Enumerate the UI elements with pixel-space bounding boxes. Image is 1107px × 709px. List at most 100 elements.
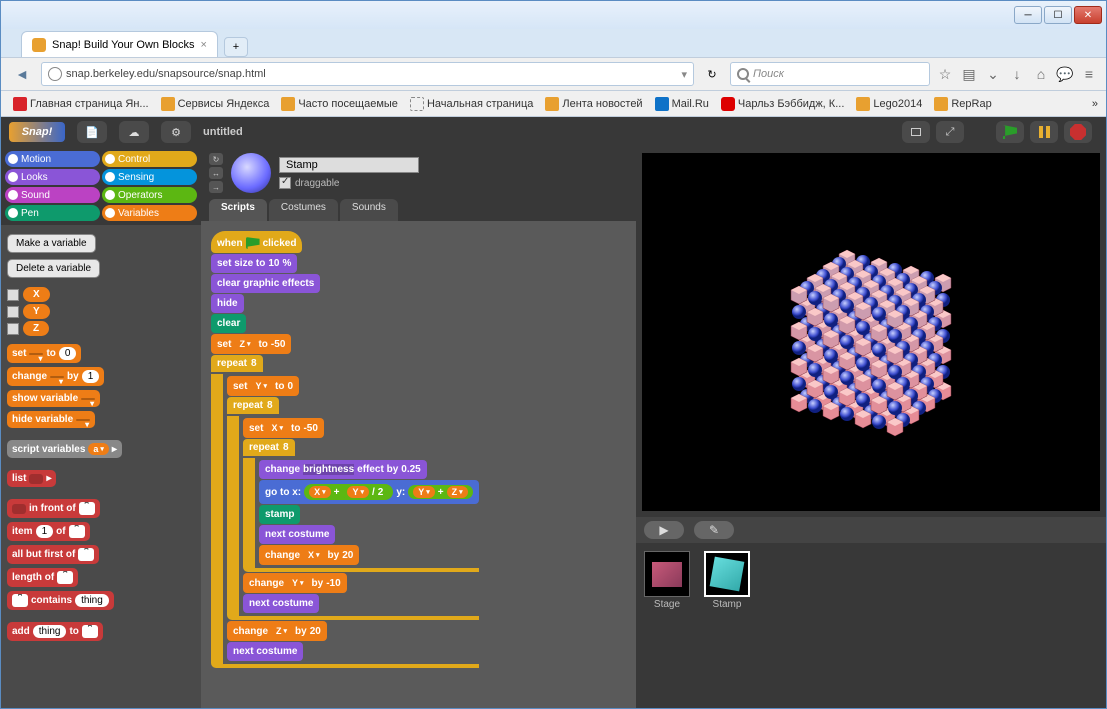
stage[interactable] — [642, 153, 1100, 511]
category-motion[interactable]: Motion — [5, 151, 100, 167]
make-variable-button[interactable]: Make a variable — [7, 234, 96, 253]
bookmarks-overflow[interactable]: » — [1092, 98, 1098, 110]
category-looks[interactable]: Looks — [5, 169, 100, 185]
browser-tab[interactable]: Snap! Build Your Own Blocks × — [21, 31, 218, 57]
fullscreen-button[interactable]: ⤢ — [936, 121, 964, 143]
category-sound[interactable]: Sound — [5, 187, 100, 203]
block-goto-xy[interactable]: go to x: X+Y/2 y: Y+Z — [259, 480, 479, 504]
minimize-button[interactable]: ─ — [1014, 6, 1042, 24]
block-hide[interactable]: hide — [211, 294, 244, 313]
block-script-vars[interactable]: script variablesa▸ — [7, 440, 122, 458]
block-set-z[interactable]: setZto-50 — [211, 334, 291, 354]
draggable-checkbox[interactable] — [279, 177, 291, 189]
sprite-thumbnail[interactable] — [231, 153, 271, 193]
url-input[interactable]: snap.berkeley.edu/snapsource/snap.html ▾ — [41, 62, 694, 86]
bookmark-item[interactable]: Начальная страница — [406, 97, 537, 111]
var-reporter[interactable]: Y — [23, 304, 50, 319]
block-clear[interactable]: clear — [211, 314, 246, 333]
var-reporter[interactable]: X — [23, 287, 50, 302]
block-change-effect[interactable]: changebrightnesseffect by0.25 — [259, 460, 427, 479]
maximize-button[interactable]: ☐ — [1044, 6, 1072, 24]
category-control[interactable]: Control — [102, 151, 197, 167]
block-all-but-first[interactable]: all but first of⎴ — [7, 545, 99, 564]
delete-variable-button[interactable]: Delete a variable — [7, 259, 100, 278]
reload-button[interactable]: ↻ — [700, 62, 724, 86]
tab-close-icon[interactable]: × — [200, 39, 206, 51]
block-next-costume2[interactable]: next costume — [243, 594, 319, 613]
block-change-var[interactable]: changeby1 — [7, 367, 104, 386]
block-next-costume[interactable]: next costume — [259, 525, 335, 544]
cloud-button[interactable]: ☁ — [119, 121, 149, 143]
block-when-flag[interactable]: whenclicked — [211, 231, 302, 253]
green-flag-button[interactable] — [996, 121, 1024, 143]
sprite-name-input[interactable] — [279, 157, 419, 173]
bookmark-item[interactable]: Сервисы Яндекса — [157, 97, 274, 111]
close-button[interactable]: ✕ — [1074, 6, 1102, 24]
block-change-z[interactable]: changeZby20 — [227, 621, 327, 641]
block-change-y[interactable]: changeYby-10 — [243, 573, 347, 593]
category-sensing[interactable]: Sensing — [102, 169, 197, 185]
block-in-front[interactable]: in front of⎴ — [7, 499, 100, 518]
snap-logo[interactable]: Snap! — [9, 122, 65, 142]
corral-stage[interactable]: Stage — [644, 551, 690, 610]
bookmark-item[interactable]: Часто посещаемые — [277, 97, 402, 111]
block-hide-var[interactable]: hide variable — [7, 411, 95, 428]
paint-button[interactable]: ✎ — [694, 521, 734, 539]
pocket-icon[interactable]: ⌄ — [984, 65, 1002, 83]
browser-tabs: Snap! Build Your Own Blocks × + — [1, 29, 1106, 57]
new-tab-button[interactable]: + — [224, 37, 248, 57]
bookmark-item[interactable]: Чарльз Бэббидж, К... — [717, 97, 848, 111]
bookmark-star-icon[interactable]: ☆ — [936, 65, 954, 83]
block-stamp[interactable]: stamp — [259, 505, 300, 524]
play-button[interactable]: ▶ — [644, 521, 684, 539]
tab-sounds[interactable]: Sounds — [340, 199, 398, 221]
rotation-none-button[interactable]: → — [209, 181, 223, 193]
tab-scripts[interactable]: Scripts — [209, 199, 267, 221]
bookmark-item[interactable]: Главная страница Ян... — [9, 97, 153, 111]
rotation-free-button[interactable]: ↻ — [209, 153, 223, 165]
block-set-var[interactable]: setto0 — [7, 344, 81, 363]
tab-costumes[interactable]: Costumes — [269, 199, 338, 221]
bookmark-item[interactable]: Лента новостей — [541, 97, 646, 111]
block-list[interactable]: list▸ — [7, 470, 56, 487]
bookmark-item[interactable]: Lego2014 — [852, 97, 926, 111]
stage-small-button[interactable] — [902, 121, 930, 143]
stop-button[interactable] — [1064, 121, 1092, 143]
block-next-costume3[interactable]: next costume — [227, 642, 303, 661]
home-icon[interactable]: ⌂ — [1032, 65, 1050, 83]
block-set-size[interactable]: set size to10% — [211, 254, 297, 273]
chat-icon[interactable]: 💬 — [1056, 65, 1074, 83]
settings-button[interactable]: ⚙ — [161, 121, 191, 143]
block-clear-effects[interactable]: clear graphic effects — [211, 274, 320, 293]
category-variables[interactable]: Variables — [102, 205, 197, 221]
pause-button[interactable] — [1030, 121, 1058, 143]
back-button[interactable]: ◄ — [9, 61, 35, 87]
block-set-y[interactable]: setYto0 — [227, 376, 299, 396]
block-contains[interactable]: ⎴containsthing — [7, 591, 114, 610]
rotation-flip-button[interactable]: ↔ — [209, 167, 223, 179]
bookmark-item[interactable]: RepRap — [930, 97, 995, 111]
category-operators[interactable]: Operators — [102, 187, 197, 203]
var-reporter[interactable]: Z — [23, 321, 49, 336]
file-button[interactable]: 📄 — [77, 121, 107, 143]
corral-sprite-stamp[interactable]: Stamp — [704, 551, 750, 610]
block-change-x[interactable]: changeXby20 — [259, 545, 359, 565]
draggable-label: draggable — [295, 178, 339, 189]
category-pen[interactable]: Pen — [5, 205, 100, 221]
scripts-area[interactable]: whenclicked set size to10% clear graphic… — [201, 221, 636, 708]
menu-icon[interactable]: ≡ — [1080, 65, 1098, 83]
block-length[interactable]: length of⎴ — [7, 568, 78, 587]
block-set-x[interactable]: setXto-50 — [243, 418, 324, 438]
downloads-icon[interactable]: ↓ — [1008, 65, 1026, 83]
var-checkbox[interactable] — [7, 306, 19, 318]
search-input[interactable]: Поиск — [730, 62, 930, 86]
favicon-icon — [32, 38, 46, 52]
bookmark-item[interactable]: Mail.Ru — [651, 97, 713, 111]
block-add[interactable]: addthingto⎴ — [7, 622, 103, 641]
block-item[interactable]: item1of⎴ — [7, 522, 90, 541]
var-checkbox[interactable] — [7, 323, 19, 335]
var-checkbox[interactable] — [7, 289, 19, 301]
reader-icon[interactable]: ▤ — [960, 65, 978, 83]
dropdown-icon[interactable]: ▾ — [681, 68, 687, 81]
block-show-var[interactable]: show variable — [7, 390, 100, 407]
